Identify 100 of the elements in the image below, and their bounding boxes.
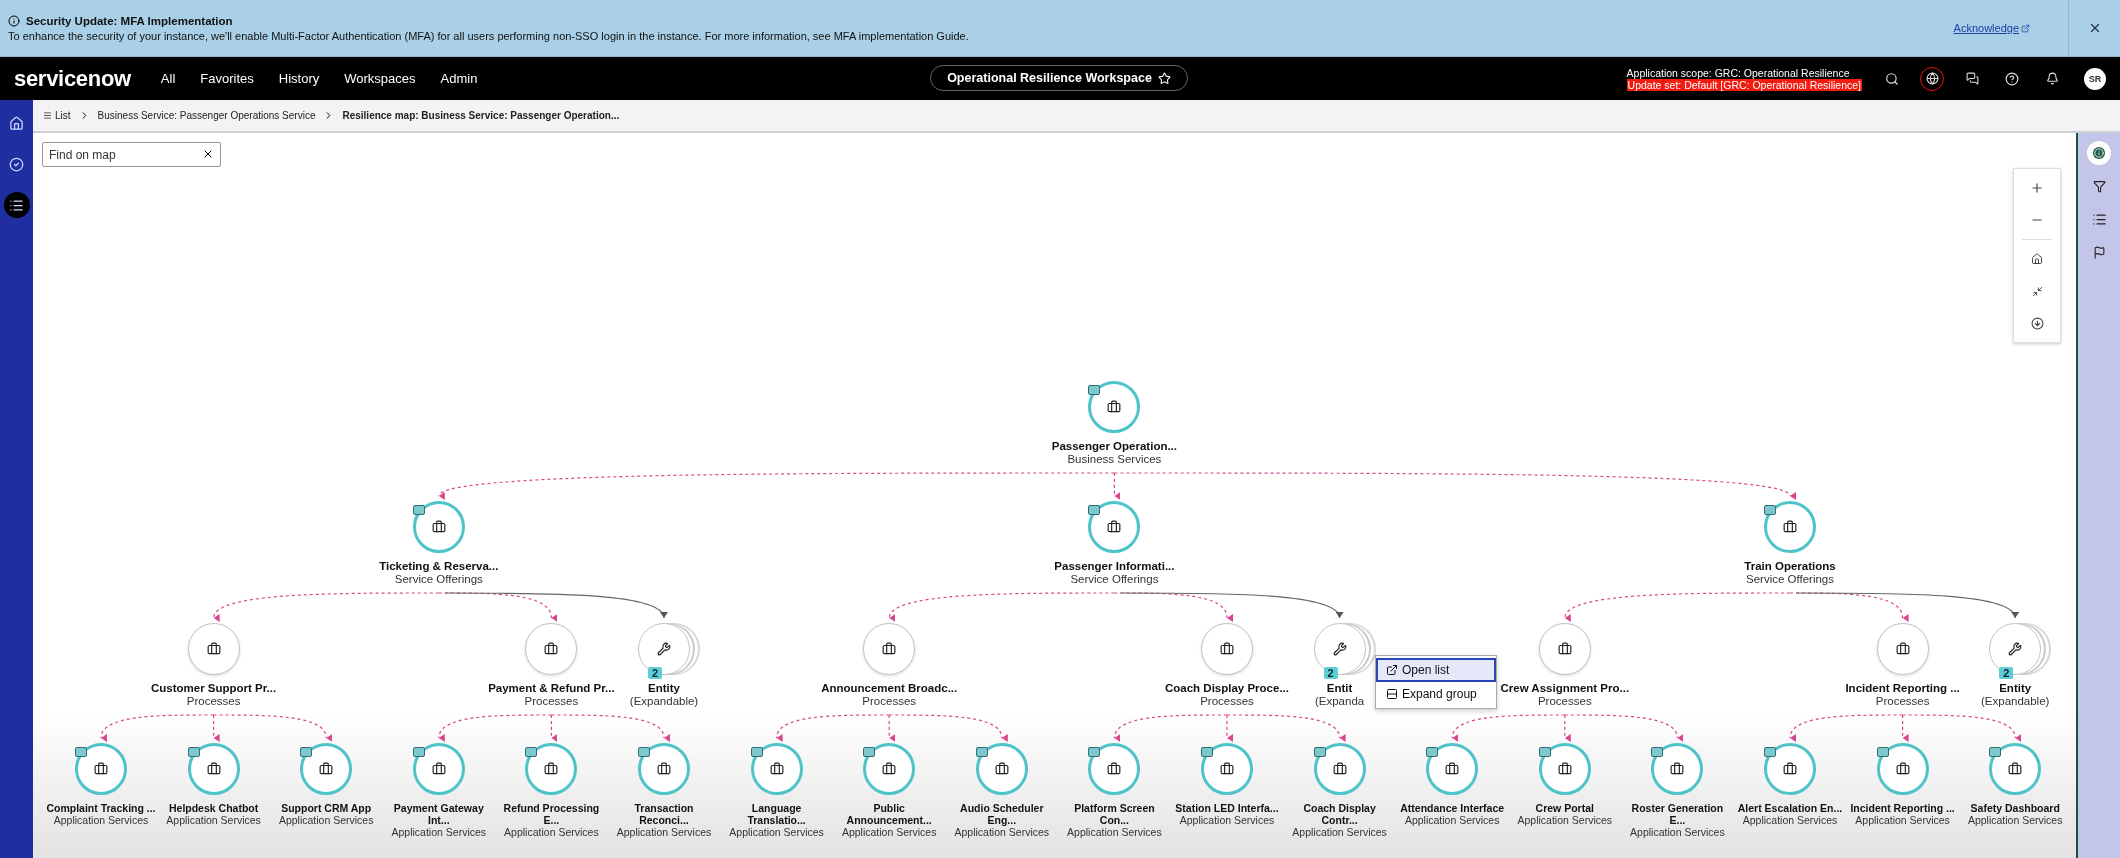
wrench-icon	[1332, 642, 1347, 656]
node-type: (Expandable)	[1981, 695, 2050, 709]
find-on-map-field[interactable]: Find on map	[42, 142, 221, 167]
briefcase-icon	[994, 762, 1009, 776]
node-type: Application Services	[504, 826, 599, 839]
service-node[interactable]	[1651, 743, 1704, 795]
briefcase-icon	[1445, 762, 1460, 776]
process-node[interactable]	[863, 623, 916, 675]
service-node[interactable]	[638, 743, 690, 795]
service-node[interactable]	[412, 501, 465, 553]
list-icon	[9, 197, 24, 213]
service-node[interactable]	[1764, 501, 1816, 553]
node-title: Station LED Interfa...	[1175, 802, 1279, 815]
sidebar-button[interactable]	[3, 192, 30, 218]
service-node[interactable]	[975, 743, 1028, 795]
menu-item[interactable]: Open list	[1376, 658, 1496, 682]
collapse-arrows-icon	[2031, 285, 2043, 297]
count-badge: 2	[1323, 667, 1338, 679]
node-title: Coach Display Proce...	[1165, 682, 1289, 696]
service-node[interactable]	[1538, 743, 1591, 795]
count-badge: 2	[648, 667, 663, 679]
service-node[interactable]	[1088, 743, 1141, 795]
node-type: Application Services	[1404, 814, 1500, 827]
process-node[interactable]	[187, 623, 240, 675]
node-type: Business Services	[1067, 453, 1162, 467]
node-title: Audio Scheduler Eng...	[959, 802, 1045, 827]
external-link-icon	[2021, 23, 2030, 33]
node-title: Incident Reporting ...	[1850, 802, 1955, 815]
badge-icon	[1876, 747, 1889, 757]
service-node[interactable]	[1088, 501, 1141, 553]
briefcase-icon	[431, 762, 446, 776]
service-node[interactable]	[1426, 743, 1479, 795]
process-node[interactable]	[525, 623, 578, 675]
breadcrumb-link[interactable]: Business Service: Passenger Operations Service	[97, 110, 316, 121]
badge-icon	[1764, 747, 1776, 757]
check-circle-icon	[9, 156, 24, 172]
node-type: Application Services	[278, 814, 374, 827]
node-title: Support CRM App	[281, 802, 372, 815]
search-icon	[1885, 71, 1899, 86]
badge-icon	[1088, 385, 1101, 395]
info-icon	[8, 14, 20, 27]
node-type: Application Services	[53, 814, 149, 827]
node-title: Platform Screen Con...	[1073, 802, 1156, 827]
node-title: Ticketing & Reserva...	[379, 560, 499, 574]
service-node[interactable]	[412, 743, 465, 795]
briefcase-icon	[1895, 762, 1910, 776]
breadcrumb-link[interactable]: Resilience map: Business Service: Passenger Operation...	[342, 110, 620, 121]
menu-item[interactable]: Expand group	[1376, 682, 1496, 706]
wrench-icon	[657, 642, 671, 656]
node-title: Crew Portal	[1535, 802, 1594, 815]
service-node[interactable]	[1876, 743, 1929, 795]
node-title: Roster Generation E...	[1630, 802, 1725, 827]
logo[interactable]: servicenow	[14, 65, 131, 92]
process-node[interactable]	[1201, 623, 1253, 675]
node-title: Announcement Broadc...	[821, 682, 958, 696]
home-icon	[9, 115, 24, 131]
service-node[interactable]	[75, 743, 127, 795]
briefcase-icon	[1332, 762, 1347, 776]
clear-icon[interactable]	[202, 148, 214, 160]
service-node[interactable]	[187, 743, 240, 795]
user-avatar[interactable]: SR	[2084, 67, 2106, 90]
process-node[interactable]	[1538, 623, 1591, 675]
nav-menu-item[interactable]: Admin	[440, 71, 478, 86]
service-node[interactable]	[1764, 743, 1816, 795]
badge-icon	[75, 747, 87, 757]
nav-menu-item[interactable]: History	[278, 71, 320, 86]
sidebar-button[interactable]	[2087, 141, 2111, 165]
service-node[interactable]	[300, 743, 353, 795]
node-title: Complaint Tracking ...	[46, 802, 156, 815]
plus-icon	[2030, 181, 2044, 195]
badge-icon	[1764, 505, 1776, 515]
filter-icon	[2092, 179, 2106, 193]
badge-icon	[300, 747, 313, 757]
help-icon	[2005, 71, 2019, 86]
info-icon	[2093, 147, 2105, 159]
bell-icon	[2045, 72, 2059, 85]
briefcase-icon	[1783, 762, 1797, 776]
nav-menu-item[interactable]: Workspaces	[344, 71, 416, 86]
acknowledge-link[interactable]: Acknowledge	[1953, 22, 2030, 34]
service-node[interactable]	[525, 743, 578, 795]
node-type: Application Services	[1742, 814, 1838, 827]
service-node[interactable]	[863, 743, 916, 795]
briefcase-icon	[882, 762, 897, 776]
workspace-button[interactable]: Operational Resilience Workspace	[930, 65, 1188, 91]
nav-menu-item[interactable]: All	[160, 71, 176, 86]
nav-menu-item[interactable]: Favorites	[200, 71, 254, 86]
node-type: Application Services	[1067, 826, 1162, 839]
service-node[interactable]	[1313, 743, 1366, 795]
node-title: Payment Gateway Int...	[392, 802, 485, 827]
breadcrumb-link[interactable]: List	[43, 110, 71, 121]
briefcase-icon	[1107, 520, 1122, 534]
service-node[interactable]	[1201, 743, 1253, 795]
process-node[interactable]	[1876, 623, 1929, 675]
service-node[interactable]	[1088, 381, 1141, 433]
node-title: Passenger Informati...	[1054, 560, 1175, 574]
node-type: Application Services	[166, 814, 261, 827]
service-node[interactable]	[1989, 743, 2042, 795]
service-node[interactable]	[750, 743, 803, 795]
chat-icon	[1965, 72, 1979, 85]
star-icon	[1157, 71, 1171, 85]
